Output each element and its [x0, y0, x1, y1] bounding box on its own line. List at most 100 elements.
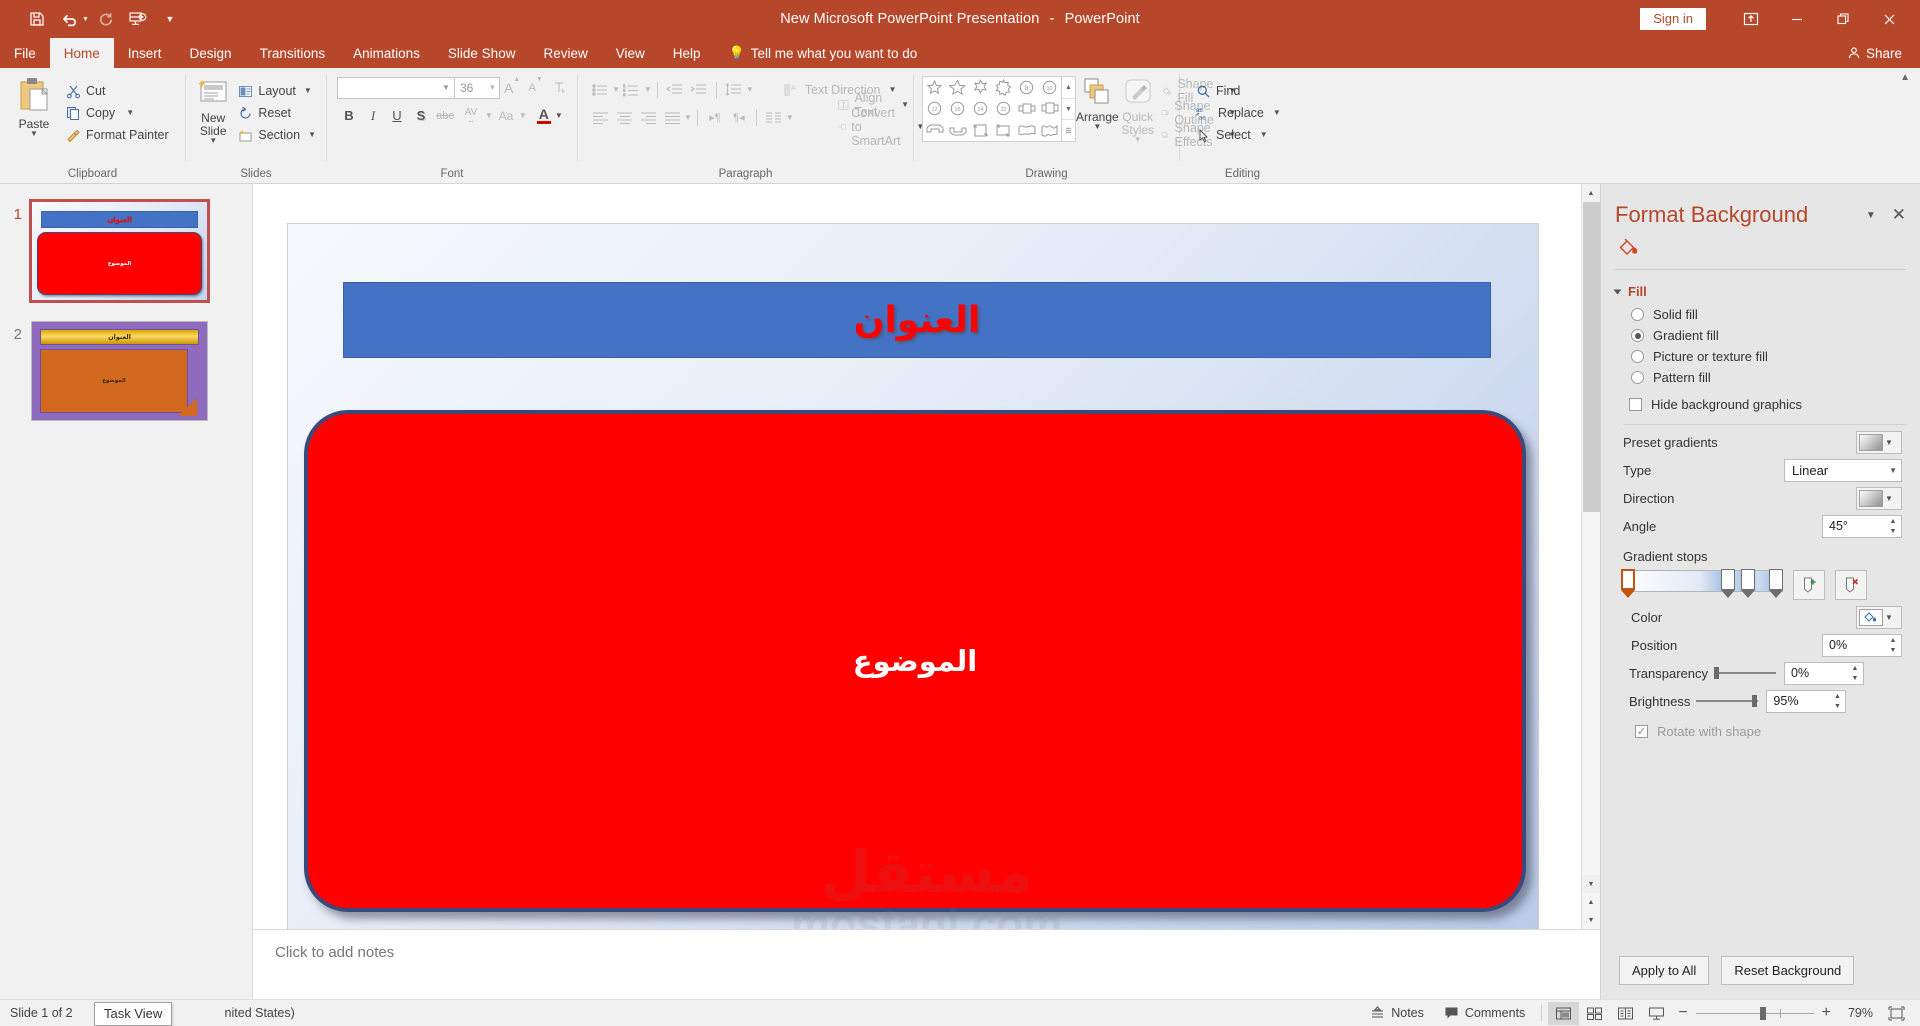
cut-button[interactable]: Cut — [62, 80, 173, 102]
customize-qat-icon[interactable]: ▼ — [155, 6, 185, 32]
justify-dropdown-icon[interactable]: ▼ — [684, 113, 692, 121]
align-left-icon[interactable] — [588, 106, 612, 129]
pane-close-icon[interactable]: ✕ — [1892, 205, 1906, 225]
paste-dropdown-icon[interactable]: ▼ — [30, 130, 38, 138]
start-slideshow-icon[interactable] — [123, 6, 153, 32]
copy-button[interactable]: Copy ▼ — [62, 102, 173, 124]
tab-insert[interactable]: Insert — [114, 38, 176, 68]
share-button[interactable]: Share — [1837, 38, 1920, 68]
scroll-thumb[interactable] — [1582, 202, 1600, 512]
shape-ribbon-up[interactable] — [1015, 98, 1038, 119]
shape-star-7-point[interactable] — [992, 77, 1015, 98]
apply-to-all-button[interactable]: Apply to All — [1619, 956, 1710, 985]
find-button[interactable]: Find — [1192, 80, 1285, 102]
shapes-scroll-down[interactable]: ▼ — [1062, 99, 1075, 121]
shapes-gallery-scrollbar[interactable]: ▲ ▼ ☰ — [1062, 76, 1076, 142]
undo-icon[interactable] — [54, 6, 84, 32]
hide-background-graphics-checkbox[interactable] — [1629, 398, 1642, 411]
restore-icon[interactable] — [1820, 0, 1866, 38]
slide-title-placeholder[interactable]: العنوان — [343, 282, 1491, 358]
tab-transitions[interactable]: Transitions — [246, 38, 340, 68]
next-slide-icon[interactable]: ▼ — [1582, 911, 1601, 929]
shape-star-6-point[interactable] — [969, 77, 992, 98]
shape-star-5-point-outline[interactable] — [946, 77, 969, 98]
shape-scroll-vertical[interactable] — [969, 120, 992, 141]
select-dropdown-icon[interactable]: ▼ — [1260, 131, 1268, 139]
increase-indent-icon[interactable] — [687, 78, 711, 101]
shape-ribbon-curved-up[interactable] — [946, 120, 969, 141]
select-button[interactable]: Select ▼ — [1192, 124, 1285, 146]
zoom-track[interactable] — [1695, 1006, 1814, 1020]
slide-thumbnail-1[interactable]: العنوان الموضوع — [29, 199, 210, 303]
shapes-gallery-more[interactable]: ☰ — [1062, 120, 1075, 141]
shape-star-16-point[interactable]: 16 — [946, 98, 969, 119]
section-dropdown-icon[interactable]: ▼ — [308, 131, 316, 139]
arrange-button[interactable]: Arrange ▼ — [1076, 74, 1119, 166]
slide-canvas[interactable]: العنوان الموضوع مستقل mostaql.com ▲ ▼ — [253, 184, 1600, 929]
shape-star-10-point[interactable]: 10 — [1038, 77, 1061, 98]
canvas-vertical-scrollbar[interactable]: ▲ ▼ ▲ ▼ — [1581, 184, 1600, 929]
slide-body-placeholder[interactable]: الموضوع — [304, 410, 1526, 912]
radio-gradient-fill[interactable]: Gradient fill — [1601, 322, 1920, 343]
columns-icon[interactable] — [762, 106, 786, 129]
shrink-font-icon[interactable]: A ▼ — [524, 76, 548, 99]
replace-button[interactable]: ab ac Replace ▼ — [1192, 102, 1285, 124]
tab-design[interactable]: Design — [176, 38, 246, 68]
numbering-icon[interactable]: 123 — [620, 78, 644, 101]
shape-star-8-point[interactable]: 8 — [1015, 77, 1038, 98]
shape-star-5-point[interactable] — [923, 77, 946, 98]
reset-background-button[interactable]: Reset Background — [1721, 956, 1855, 985]
replace-dropdown-icon[interactable]: ▼ — [1273, 109, 1281, 117]
gradient-type-select[interactable]: Linear ▼ — [1784, 458, 1902, 482]
font-color-button[interactable]: A — [533, 104, 555, 127]
text-shadow-button[interactable]: S — [409, 104, 433, 127]
strikethrough-button[interactable]: abc — [433, 104, 457, 127]
normal-view-button[interactable] — [1548, 1001, 1580, 1025]
slide-thumbnail-pane[interactable]: 1 العنوان الموضوع 2 العنوان الموضوع — [0, 184, 253, 999]
tab-slide-show[interactable]: Slide Show — [434, 38, 530, 68]
notes-button[interactable]: Notes — [1360, 1000, 1434, 1026]
numbering-dropdown-icon[interactable]: ▼ — [644, 85, 652, 93]
columns-dropdown-icon[interactable]: ▼ — [786, 113, 794, 121]
gradient-stops-control[interactable] — [1601, 564, 1920, 600]
solid-fill-radio[interactable] — [1631, 308, 1644, 321]
direction-button[interactable]: ▼ — [1856, 486, 1902, 510]
fill-collapse-icon[interactable] — [1613, 289, 1622, 294]
fill-bucket-icon[interactable] — [1617, 238, 1643, 263]
shape-ribbon-down[interactable] — [1038, 98, 1061, 119]
fit-slide-to-window-button[interactable] — [1881, 1002, 1912, 1025]
tell-me-box[interactable]: 💡 Tell me what you want to do — [715, 38, 932, 68]
current-slide[interactable]: العنوان الموضوع — [288, 224, 1538, 929]
language-label[interactable]: nited States) — [225, 1006, 295, 1020]
zoom-percent-label[interactable]: 79% — [1837, 1006, 1881, 1020]
notes-pane[interactable]: Click to add notes — [253, 929, 1600, 999]
shape-wave[interactable] — [1015, 120, 1038, 141]
layout-dropdown-icon[interactable]: ▼ — [304, 87, 312, 95]
angle-spinner[interactable]: 45° ▲ ▼ — [1822, 514, 1902, 538]
change-case-dropdown-icon[interactable]: ▼ — [519, 111, 527, 119]
shape-scroll-horizontal[interactable] — [992, 120, 1015, 141]
decrease-indent-icon[interactable] — [663, 78, 687, 101]
comments-button[interactable]: Comments — [1434, 1000, 1535, 1026]
thumbnail-row-1[interactable]: 1 العنوان الموضوع — [0, 199, 252, 303]
align-center-icon[interactable] — [612, 106, 636, 129]
grow-font-icon[interactable]: A ▲ — [500, 76, 524, 99]
shape-star-24-point[interactable]: 24 — [969, 98, 992, 119]
arrange-dropdown-icon[interactable]: ▼ — [1093, 123, 1101, 131]
char-spacing-dropdown-icon[interactable]: ▼ — [485, 111, 493, 119]
scroll-track[interactable] — [1582, 202, 1601, 875]
zoom-out-icon[interactable]: − — [1678, 1005, 1687, 1021]
radio-solid-fill[interactable]: Solid fill — [1601, 301, 1920, 322]
radio-pattern-fill[interactable]: Pattern fill — [1601, 364, 1920, 385]
character-spacing-button[interactable]: AV ↔ — [457, 104, 485, 127]
radio-picture-or-texture-fill[interactable]: Picture or texture fill — [1601, 343, 1920, 364]
brightness-slider[interactable] — [1696, 693, 1759, 709]
shape-ribbon-curved-down[interactable] — [923, 120, 946, 141]
gradient-color-button[interactable]: ▼ — [1856, 605, 1902, 629]
previous-slide-icon[interactable]: ▲ — [1582, 893, 1601, 911]
format-painter-button[interactable]: Format Painter — [62, 124, 173, 146]
preset-gradients-button[interactable]: ▼ — [1856, 430, 1902, 454]
shapes-scroll-up[interactable]: ▲ — [1062, 77, 1075, 99]
angle-spin-arrows[interactable]: ▲ ▼ — [1885, 516, 1901, 537]
section-button[interactable]: Section ▼ — [234, 124, 320, 146]
